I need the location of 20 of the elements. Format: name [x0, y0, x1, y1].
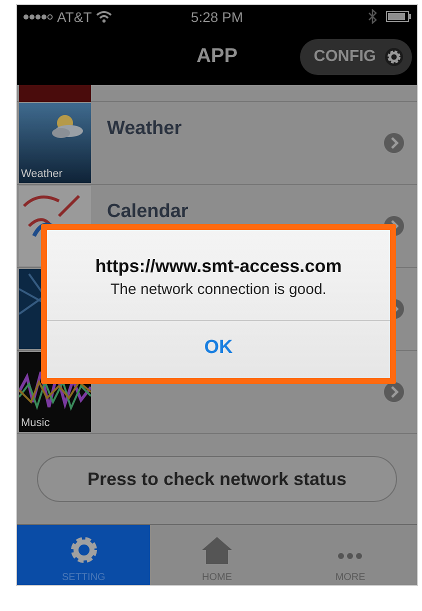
house-icon	[200, 534, 233, 566]
bluetooth-icon	[366, 9, 378, 24]
alert-message: The network connection is good.	[110, 281, 328, 300]
thumbnail-caption: Weather	[21, 169, 62, 180]
wifi-icon	[96, 10, 112, 23]
check-network-button[interactable]: Press to check network status	[37, 456, 397, 502]
row-title[interactable]: Calendar	[107, 201, 383, 223]
gear-icon	[384, 47, 404, 67]
battery-icon	[386, 11, 411, 22]
signal-icon	[23, 12, 53, 20]
row-title[interactable]: Weather	[107, 118, 383, 140]
thumbnail-caption: Music	[21, 418, 50, 429]
carrier-name: AT&T	[57, 8, 92, 24]
config-button[interactable]: CONFIG	[300, 39, 412, 75]
thumbnail-image	[19, 85, 91, 102]
alert-title: https://www.smt-access.com	[94, 255, 343, 278]
screen-title: APP	[196, 45, 238, 68]
status-time: 5:28 PM	[190, 8, 244, 24]
ok-button[interactable]: OK	[47, 320, 390, 378]
dots-icon	[337, 552, 364, 560]
